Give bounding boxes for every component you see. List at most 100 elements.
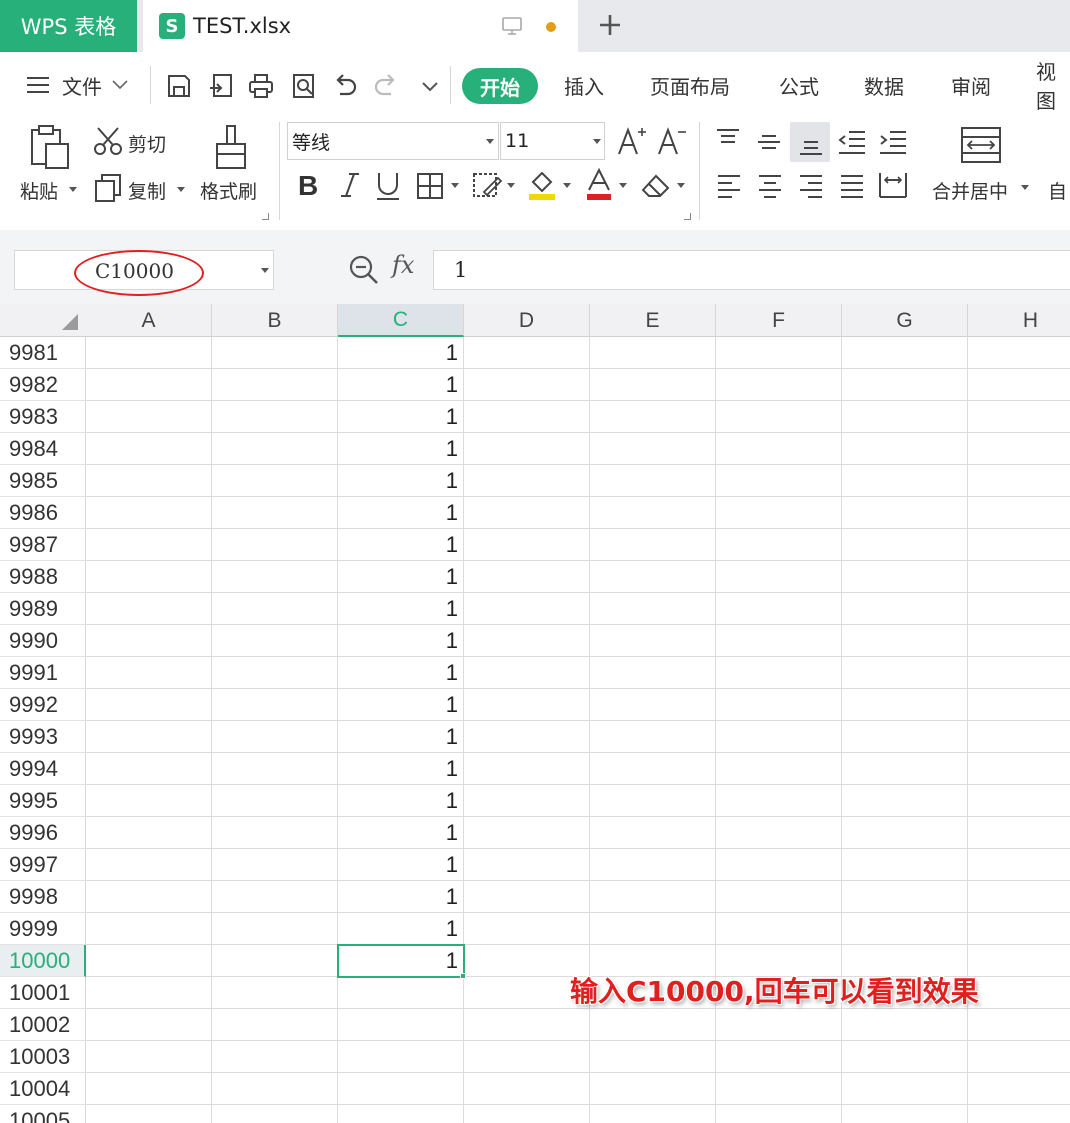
- align-top-icon[interactable]: [714, 126, 742, 154]
- column-header-a[interactable]: A: [86, 304, 212, 337]
- fill-color-icon[interactable]: [527, 168, 557, 202]
- caret-down-icon[interactable]: [677, 183, 685, 188]
- align-middle-icon[interactable]: [755, 128, 783, 156]
- row-header[interactable]: 9983: [0, 401, 86, 433]
- row-header[interactable]: 9996: [0, 817, 86, 849]
- caret-down-icon[interactable]: [177, 187, 185, 192]
- borders-icon[interactable]: [416, 172, 444, 200]
- decrease-font-size-icon[interactable]: [657, 126, 689, 156]
- column-header-e[interactable]: E: [590, 304, 716, 337]
- cell-value[interactable]: 1: [338, 593, 464, 625]
- cell-value[interactable]: 1: [338, 401, 464, 433]
- font-size-select[interactable]: 11: [500, 122, 605, 160]
- row-header[interactable]: 10001: [0, 977, 86, 1009]
- caret-down-icon[interactable]: [563, 183, 571, 188]
- tab-home[interactable]: 开始: [462, 68, 538, 104]
- paste-button[interactable]: 粘贴: [20, 177, 58, 204]
- row-header[interactable]: 9986: [0, 497, 86, 529]
- row-header[interactable]: 9991: [0, 657, 86, 689]
- justify-icon[interactable]: [838, 172, 866, 200]
- row-header[interactable]: 9999: [0, 913, 86, 945]
- row-header[interactable]: 10003: [0, 1041, 86, 1073]
- redo-icon[interactable]: [372, 72, 400, 100]
- row-header[interactable]: 10000: [0, 945, 86, 977]
- customize-toolbar-icon[interactable]: [416, 72, 444, 100]
- increase-font-size-icon[interactable]: [617, 126, 649, 156]
- undo-icon[interactable]: [331, 72, 359, 100]
- auto-wrap-button[interactable]: 自: [1048, 177, 1070, 204]
- row-header[interactable]: 9997: [0, 849, 86, 881]
- paste-icon[interactable]: [28, 124, 72, 170]
- row-header[interactable]: 9990: [0, 625, 86, 657]
- export-icon[interactable]: [207, 72, 235, 100]
- caret-down-icon[interactable]: [69, 187, 77, 192]
- tab-data[interactable]: 数据: [864, 52, 904, 118]
- align-bottom-icon[interactable]: [797, 130, 825, 158]
- cell-value[interactable]: 1: [338, 657, 464, 689]
- align-right-icon[interactable]: [797, 172, 825, 200]
- row-header[interactable]: 9992: [0, 689, 86, 721]
- align-left-icon[interactable]: [715, 172, 743, 200]
- fill-handle[interactable]: [460, 973, 466, 979]
- font-dialog-launcher[interactable]: [684, 213, 691, 220]
- cell-style-icon[interactable]: [472, 172, 502, 200]
- cell-value[interactable]: 1: [338, 337, 464, 369]
- document-tab[interactable]: S TEST.xlsx: [143, 0, 578, 52]
- row-header[interactable]: 9989: [0, 593, 86, 625]
- cell-value[interactable]: 1: [338, 433, 464, 465]
- row-header[interactable]: 9994: [0, 753, 86, 785]
- caret-down-icon[interactable]: [1021, 185, 1029, 190]
- print-icon[interactable]: [247, 72, 275, 100]
- merge-center-button[interactable]: 合并居中: [932, 177, 1008, 204]
- column-header-d[interactable]: D: [464, 304, 590, 337]
- cut-button[interactable]: 剪切: [128, 130, 166, 157]
- column-header-h[interactable]: H: [968, 304, 1070, 337]
- column-header-g[interactable]: G: [842, 304, 968, 337]
- row-header[interactable]: 9987: [0, 529, 86, 561]
- cell-value[interactable]: 1: [338, 913, 464, 945]
- row-header[interactable]: 9995: [0, 785, 86, 817]
- tab-view[interactable]: 视图: [1036, 52, 1070, 118]
- cell-value[interactable]: 1: [338, 721, 464, 753]
- caret-down-icon[interactable]: [261, 268, 269, 273]
- print-preview-icon[interactable]: [290, 72, 318, 100]
- select-all-corner[interactable]: [62, 314, 78, 330]
- copy-button[interactable]: 复制: [128, 177, 166, 204]
- cell-value[interactable]: 1: [338, 785, 464, 817]
- new-tab-plus-icon[interactable]: [596, 11, 624, 39]
- format-painter-button[interactable]: 格式刷: [200, 177, 257, 204]
- cell-value[interactable]: 1: [338, 561, 464, 593]
- underline-icon[interactable]: [374, 170, 402, 202]
- cell-value[interactable]: 1: [338, 849, 464, 881]
- clipboard-dialog-launcher[interactable]: [262, 213, 269, 220]
- row-header[interactable]: 9982: [0, 369, 86, 401]
- cell-value[interactable]: 1: [338, 753, 464, 785]
- save-icon[interactable]: [165, 72, 193, 100]
- column-header-b[interactable]: B: [212, 304, 338, 337]
- cell-value[interactable]: 1: [338, 689, 464, 721]
- insert-function-button[interactable]: fx: [392, 251, 414, 279]
- align-center-icon[interactable]: [756, 172, 784, 200]
- eraser-icon[interactable]: [640, 172, 672, 200]
- zoom-out-icon[interactable]: [348, 254, 380, 286]
- row-header[interactable]: 9984: [0, 433, 86, 465]
- row-header[interactable]: 9981: [0, 337, 86, 369]
- decrease-indent-icon[interactable]: [837, 128, 867, 156]
- font-color-icon[interactable]: [585, 168, 613, 202]
- cell-value[interactable]: 1: [338, 497, 464, 529]
- active-cell-selection[interactable]: [337, 944, 465, 978]
- distributed-align-icon[interactable]: [877, 170, 909, 200]
- formula-input[interactable]: 1: [433, 250, 1070, 290]
- cell-value[interactable]: 1: [338, 529, 464, 561]
- column-header-c[interactable]: C: [338, 304, 464, 337]
- cell-value[interactable]: 1: [338, 625, 464, 657]
- caret-down-icon[interactable]: [619, 183, 627, 188]
- monitor-icon[interactable]: [501, 15, 523, 37]
- merge-center-icon[interactable]: [960, 126, 1002, 164]
- file-menu[interactable]: 文件: [26, 52, 128, 118]
- cell-value[interactable]: 1: [338, 465, 464, 497]
- tab-page-layout[interactable]: 页面布局: [650, 52, 730, 118]
- increase-indent-icon[interactable]: [878, 128, 908, 156]
- row-header[interactable]: 10005: [0, 1105, 86, 1123]
- cell-value[interactable]: 1: [338, 817, 464, 849]
